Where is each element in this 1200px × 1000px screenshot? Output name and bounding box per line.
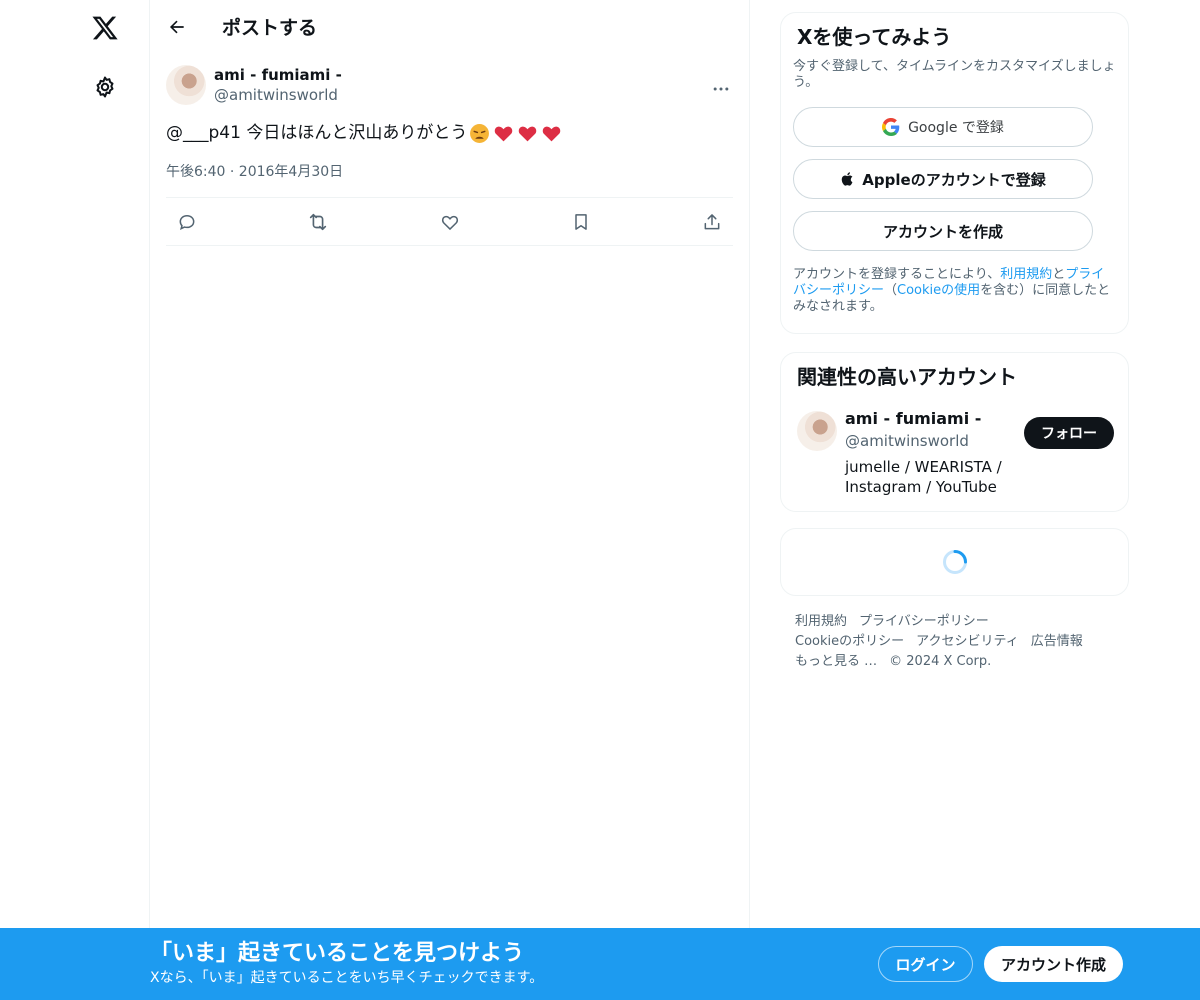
heart-icon	[519, 126, 537, 141]
reply-icon[interactable]	[170, 205, 204, 239]
terms-link[interactable]: 利用規約	[1000, 267, 1052, 282]
signup-legal: アカウントを登録することにより、利用規約とプライバシーポリシー（Cookieの使…	[793, 267, 1116, 315]
post: ami - fumiami - @amitwinsworld @___p41 今…	[150, 65, 749, 246]
post-actions	[166, 197, 733, 246]
legal-text: と	[1052, 267, 1066, 282]
avatar[interactable]	[166, 65, 206, 105]
login-button[interactable]: ログイン	[878, 946, 973, 982]
post-author[interactable]: ami - fumiami - @amitwinsworld	[166, 65, 733, 117]
post-timestamp[interactable]: 午後6:40 · 2016年4月30日	[166, 161, 733, 181]
create-account-button[interactable]: アカウントを作成	[793, 211, 1093, 251]
footer-cookie-link[interactable]: Cookieのポリシー	[795, 634, 904, 649]
follow-button[interactable]: フォロー	[1024, 417, 1114, 449]
signup-subtitle: 今すぐ登録して、タイムラインをカスタマイズしましょう。	[793, 59, 1116, 90]
related-account-bio: jumelle / WEARISTA / Instagram / YouTube	[845, 458, 1002, 496]
create-account-label: アカウントを作成	[882, 222, 1003, 241]
bookmark-icon[interactable]	[564, 205, 598, 239]
legal-text: アカウントを登録することにより、	[793, 267, 1001, 282]
apple-signup-label: Appleのアカウントで登録	[862, 170, 1046, 189]
loading-spinner-icon	[942, 550, 967, 574]
apple-icon	[842, 172, 853, 186]
related-title: 関連性の高いアカウント	[797, 365, 1017, 389]
apple-signup-button[interactable]: Appleのアカウントで登録	[793, 159, 1093, 199]
related-accounts-card: 関連性の高いアカウント ami - fumiami - @amitwinswor…	[780, 352, 1129, 512]
main-column: ポストする ami - fumiami - @amitwinsworld @__…	[149, 0, 750, 1000]
right-column: Xを使ってみよう 今すぐ登録して、タイムラインをカスタマイズしましょう。 Goo…	[780, 12, 1129, 672]
author-handle[interactable]: @amitwinsworld	[214, 85, 342, 105]
google-signup-label: Google で登録	[908, 120, 1004, 136]
google-signup-button[interactable]: Google で登録	[793, 107, 1093, 147]
signup-button[interactable]: アカウント作成	[984, 946, 1123, 982]
footer-ads-link[interactable]: 広告情報	[1031, 634, 1083, 649]
emoji-group	[469, 123, 562, 144]
page-title: ポストする	[222, 17, 318, 39]
gear-icon[interactable]	[83, 65, 127, 109]
cookie-link[interactable]: Cookieの使用	[897, 283, 980, 298]
footer-privacy-link[interactable]: プライバシーポリシー	[859, 614, 989, 629]
footer-copyright: © 2024 X Corp.	[889, 654, 992, 669]
footer-more-link[interactable]: もっと見る …	[795, 654, 877, 669]
arrow-left-icon[interactable]	[159, 9, 195, 45]
share-icon[interactable]	[695, 205, 729, 239]
footer-accessibility-link[interactable]: アクセシビリティ	[916, 634, 1019, 649]
footer-terms-link[interactable]: 利用規約	[795, 614, 847, 629]
signup-card: Xを使ってみよう 今すぐ登録して、タイムラインをカスタマイズしましょう。 Goo…	[780, 12, 1129, 334]
post-text-content: @___p41 今日はほんと沢山ありがとう	[166, 123, 468, 143]
weary-face-icon	[470, 123, 490, 143]
post-text: @___p41 今日はほんと沢山ありがとう	[166, 121, 733, 145]
avatar[interactable]	[797, 411, 837, 451]
loading-card	[780, 528, 1129, 596]
heart-icon	[495, 126, 513, 141]
signup-title: Xを使ってみよう	[797, 25, 952, 49]
repost-icon[interactable]	[301, 205, 335, 239]
bottom-bar-title: 「いま」起きていることを見つけよう	[150, 941, 525, 966]
bottom-bar-subtitle: Xなら、「いま」起きていることをいち早くチェックできます。	[150, 970, 544, 986]
page-header: ポストする	[150, 0, 749, 53]
heart-icon	[543, 126, 561, 141]
google-icon	[882, 118, 900, 136]
bottom-signup-bar: 「いま」起きていることを見つけよう Xなら、「いま」起きていることをいち早くチェ…	[0, 928, 1200, 1000]
x-logo-icon[interactable]	[83, 6, 127, 50]
more-icon[interactable]	[709, 77, 733, 101]
author-name[interactable]: ami - fumiami -	[214, 65, 342, 85]
left-nav	[0, 0, 150, 1000]
footer-links: 利用規約 プライバシーポリシー Cookieのポリシー アクセシビリティ 広告情報 も…	[780, 612, 1129, 672]
legal-text: （	[884, 283, 898, 298]
like-icon[interactable]	[433, 205, 467, 239]
